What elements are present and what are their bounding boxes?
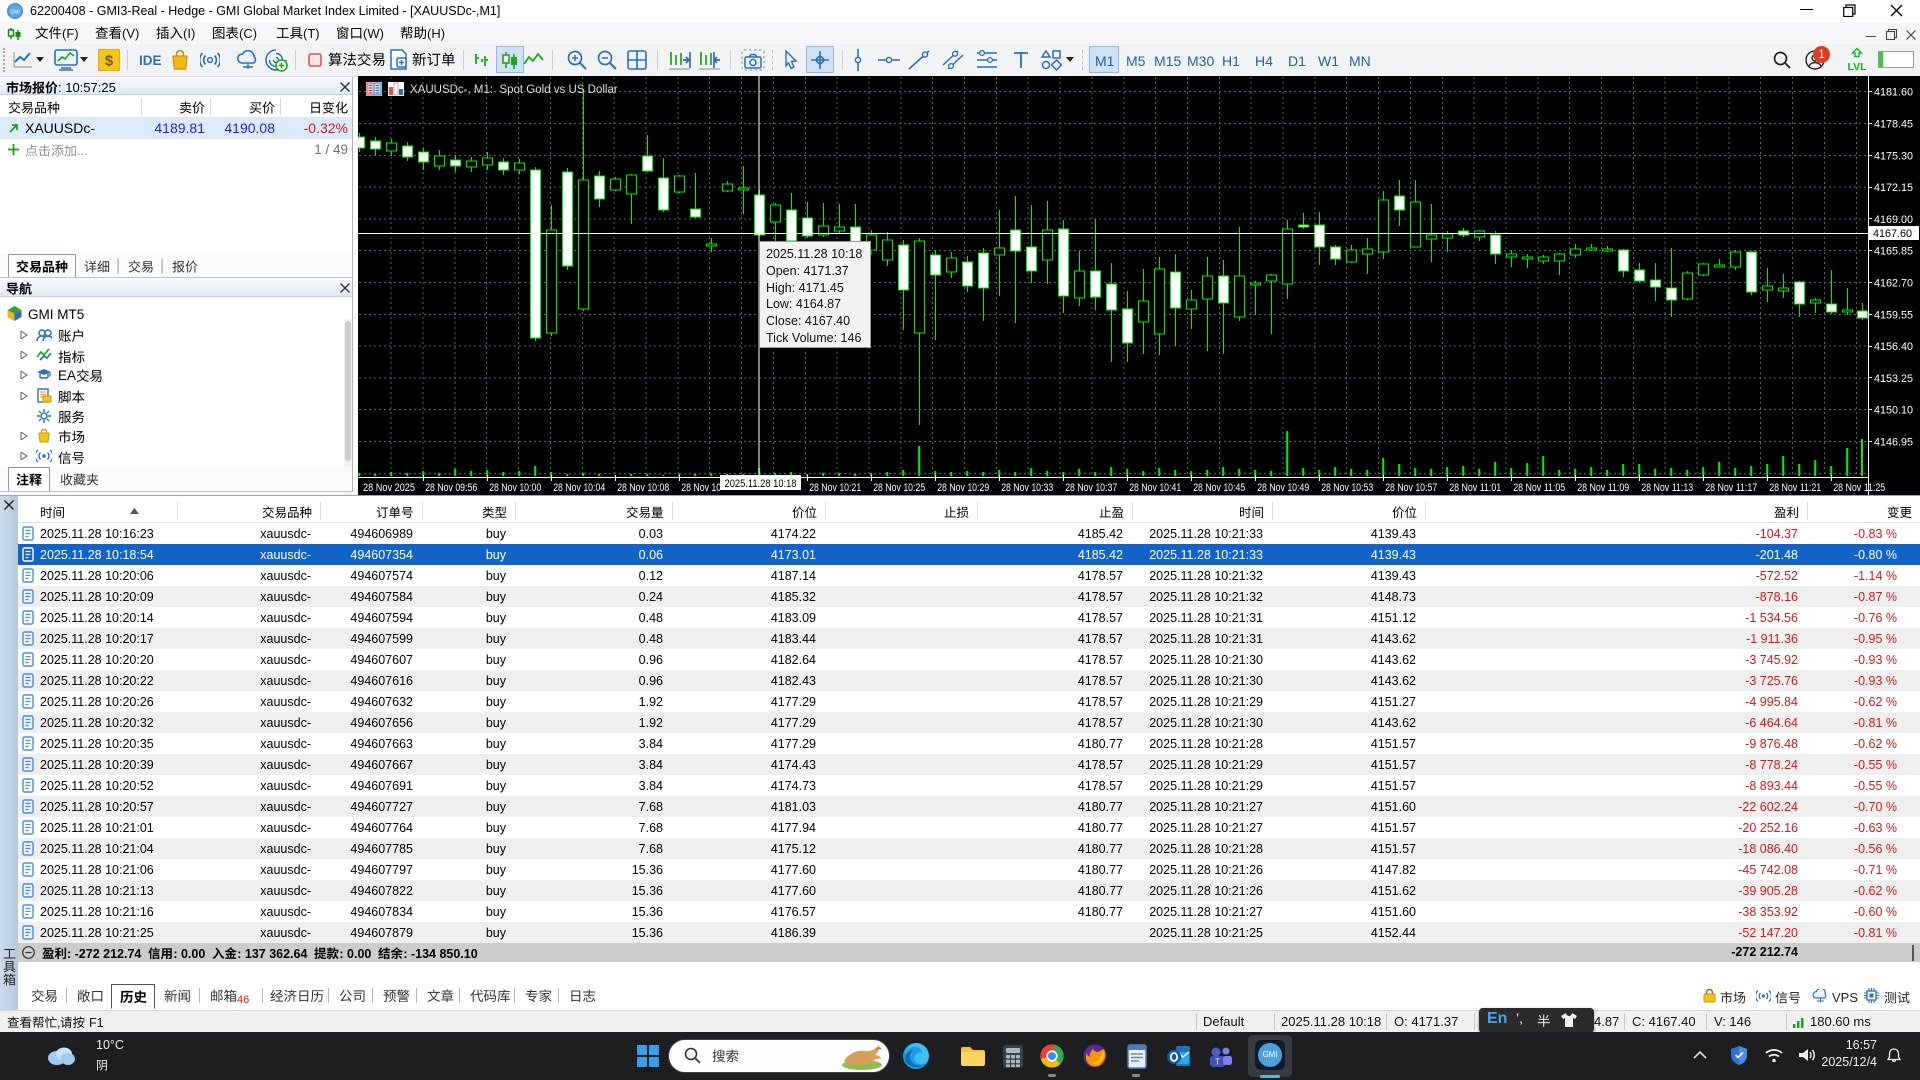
- svg-text:4178.45: 4178.45: [1874, 119, 1913, 131]
- svg-text:28 Nov 10:49: 28 Nov 10:49: [1257, 482, 1309, 494]
- svg-text:$: $: [105, 53, 114, 70]
- svg-text:28 Nov 2025: 28 Nov 2025: [363, 482, 415, 494]
- svg-text:4175.30: 4175.30: [1874, 150, 1913, 162]
- svg-text:4165.85: 4165.85: [1874, 246, 1913, 258]
- svg-text:28 Nov 10:25: 28 Nov 10:25: [873, 482, 925, 494]
- svg-text:28 Nov 11:05: 28 Nov 11:05: [1513, 482, 1565, 494]
- svg-text:4159.55: 4159.55: [1874, 309, 1913, 321]
- svg-text:28 Nov 09:56: 28 Nov 09:56: [425, 482, 477, 494]
- svg-text:28 Nov 11:01: 28 Nov 11:01: [1449, 482, 1501, 494]
- svg-text:28 Nov 10:37: 28 Nov 10:37: [1065, 482, 1117, 494]
- svg-text:4167.60: 4167.60: [1873, 228, 1912, 240]
- svg-text:28 Nov 10:08: 28 Nov 10:08: [617, 482, 669, 494]
- svg-text:4156.40: 4156.40: [1874, 341, 1913, 353]
- svg-text:28 Nov 11:21: 28 Nov 11:21: [1769, 482, 1821, 494]
- svg-text:28 Nov 10:53: 28 Nov 10:53: [1321, 482, 1373, 494]
- svg-text:4169.00: 4169.00: [1874, 214, 1913, 226]
- svg-text:4153.25: 4153.25: [1874, 373, 1913, 385]
- svg-text:4162.70: 4162.70: [1874, 278, 1913, 290]
- svg-text:28 Nov 10: 28 Nov 10: [681, 482, 721, 494]
- svg-text:28 Nov 11:25: 28 Nov 11:25: [1833, 482, 1885, 494]
- svg-text:GMI: GMI: [10, 10, 19, 16]
- svg-text:4181.60: 4181.60: [1874, 87, 1913, 99]
- svg-text:28 Nov 10:45: 28 Nov 10:45: [1193, 482, 1245, 494]
- svg-text:28 Nov 10:57: 28 Nov 10:57: [1385, 482, 1437, 494]
- svg-text:4172.15: 4172.15: [1874, 182, 1913, 194]
- svg-text:4150.10: 4150.10: [1874, 405, 1913, 417]
- svg-text:28 Nov 10:04: 28 Nov 10:04: [553, 482, 605, 494]
- svg-text:28 Nov 11:09: 28 Nov 11:09: [1577, 482, 1629, 494]
- svg-text:28 Nov 11:13: 28 Nov 11:13: [1641, 482, 1693, 494]
- svg-text:28 Nov 10:41: 28 Nov 10:41: [1129, 482, 1181, 494]
- svg-text:28 Nov 10:29: 28 Nov 10:29: [937, 482, 989, 494]
- svg-text:28 Nov 10:00: 28 Nov 10:00: [489, 482, 541, 494]
- svg-text:LVL: LVL: [1847, 61, 1867, 72]
- svg-text:28 Nov 10:21: 28 Nov 10:21: [809, 482, 861, 494]
- svg-text:4146.95: 4146.95: [1874, 437, 1913, 449]
- svg-text:28 Nov 10:33: 28 Nov 10:33: [1001, 482, 1053, 494]
- svg-text:28 Nov 11:17: 28 Nov 11:17: [1705, 482, 1757, 494]
- svg-text:T: T: [1215, 1058, 1220, 1067]
- svg-text:2025.11.28 10:18: 2025.11.28 10:18: [725, 478, 797, 490]
